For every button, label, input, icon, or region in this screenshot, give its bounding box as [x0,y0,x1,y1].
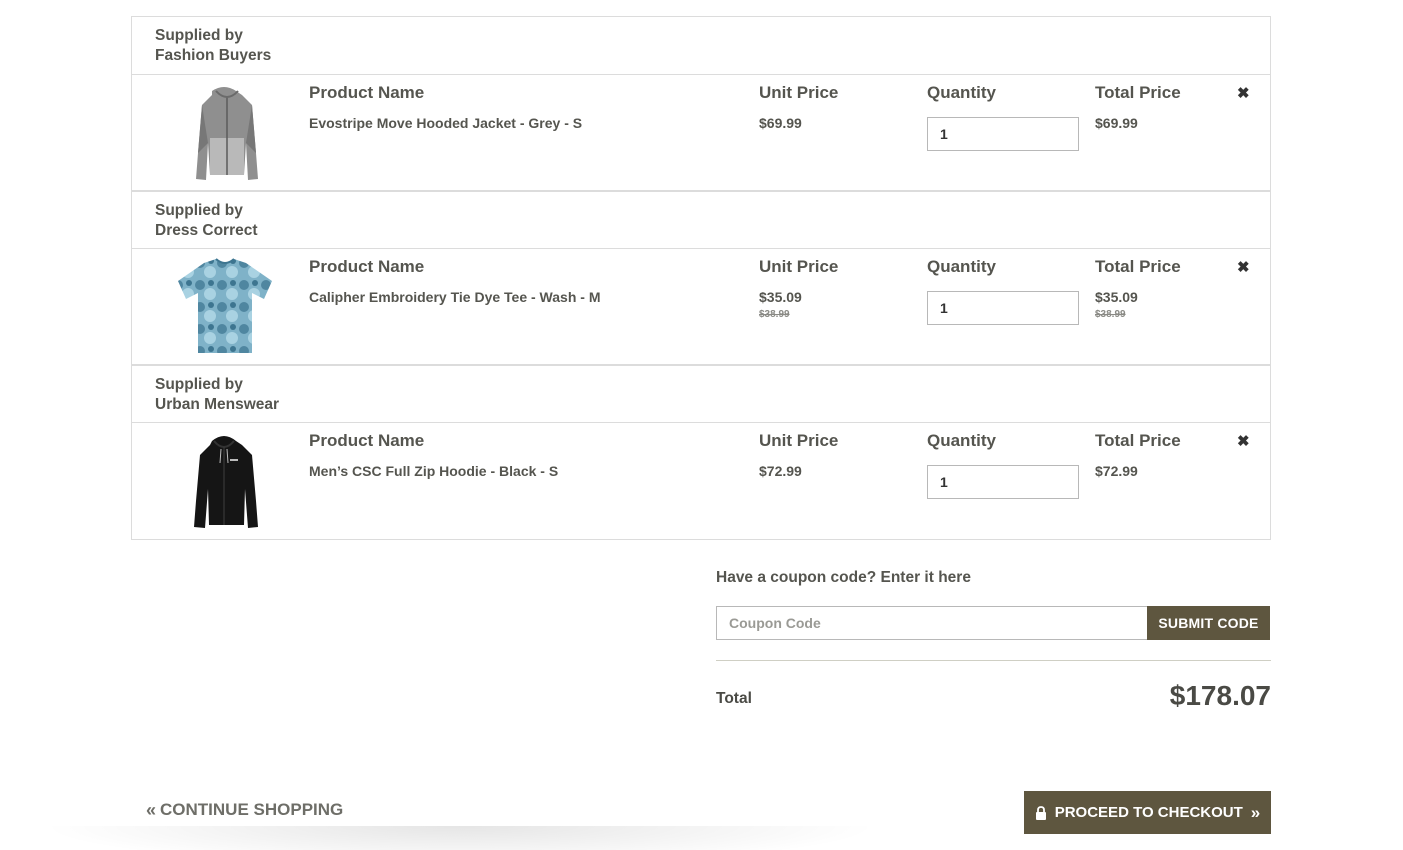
product-name-header: Product Name [309,257,425,276]
double-chevron-right-icon: » [1250,803,1261,822]
close-icon[interactable]: ✖ [1237,432,1250,450]
supplier-label: Supplied by [155,202,243,219]
cart-table: Supplied by Fashion Buyers Product Name … [131,16,1271,540]
close-icon[interactable]: ✖ [1237,258,1250,276]
total-price-header: Total Price [1095,83,1181,102]
supplier-label: Supplied by [155,27,243,44]
total-price: $72.99 [1095,463,1138,479]
supplier-name: Urban Menswear [155,396,280,413]
quantity-header: Quantity [927,431,996,450]
coupon-code-input[interactable] [716,606,1148,640]
close-icon[interactable]: ✖ [1237,84,1250,102]
double-chevron-left-icon: « [146,800,157,820]
product-name-header: Product Name [309,431,425,450]
quantity-header: Quantity [927,83,996,102]
continue-shopping-link[interactable]: « CONTINUE SHOPPING [146,800,343,820]
total-label: Total [716,690,752,707]
checkout-label: PROCEED TO CHECKOUT [1054,804,1243,821]
supplier-label: Supplied by [155,376,243,393]
unit-price-header: Unit Price [759,257,839,276]
quantity-input[interactable] [927,465,1079,499]
supplier-name: Dress Correct [155,222,258,239]
proceed-to-checkout-button[interactable]: PROCEED TO CHECKOUT » [1024,791,1271,834]
unit-price-header: Unit Price [759,431,839,450]
submit-code-button[interactable]: SUBMIT CODE [1147,606,1270,640]
product-name[interactable]: Evostripe Move Hooded Jacket - Grey - S [309,115,582,131]
cart-item-row: Product Name Men’s CSC Full Zip Hoodie -… [132,423,1270,539]
product-name[interactable]: Men’s CSC Full Zip Hoodie - Black - S [309,463,558,479]
cart-item-row: Product Name Calipher Embroidery Tie Dye… [132,249,1270,365]
unit-price-original: $38.99 [759,309,790,320]
unit-price: $35.09 [759,289,802,305]
unit-price-header: Unit Price [759,83,839,102]
unit-price: $72.99 [759,463,802,479]
continue-shopping-label: CONTINUE SHOPPING [160,800,344,819]
supplier-header: Supplied by Fashion Buyers [132,17,1270,75]
quantity-input[interactable] [927,291,1079,325]
bottom-shadow [40,826,880,850]
unit-price: $69.99 [759,115,802,131]
total-price: $35.09 [1095,289,1138,305]
divider [716,660,1271,661]
supplier-header: Supplied by Dress Correct [132,191,1270,249]
quantity-input[interactable] [927,117,1079,151]
total-price-header: Total Price [1095,431,1181,450]
total-price-header: Total Price [1095,257,1181,276]
product-name[interactable]: Calipher Embroidery Tie Dye Tee - Wash -… [309,289,600,305]
supplier-name: Fashion Buyers [155,47,272,64]
tie-dye-tee-image[interactable] [172,257,277,357]
total-value: $178.07 [1169,680,1271,711]
lock-icon [1035,805,1046,820]
cart-item-row: Product Name Evostripe Move Hooded Jacke… [132,75,1270,191]
total-price-original: $38.99 [1095,309,1126,320]
product-name-header: Product Name [309,83,425,102]
total-price: $69.99 [1095,115,1138,131]
grey-hooded-jacket-image[interactable] [172,83,277,183]
supplier-header: Supplied by Urban Menswear [132,365,1270,423]
quantity-header: Quantity [927,257,996,276]
black-hoodie-image[interactable] [172,431,277,531]
coupon-title: Have a coupon code? Enter it here [716,569,971,586]
